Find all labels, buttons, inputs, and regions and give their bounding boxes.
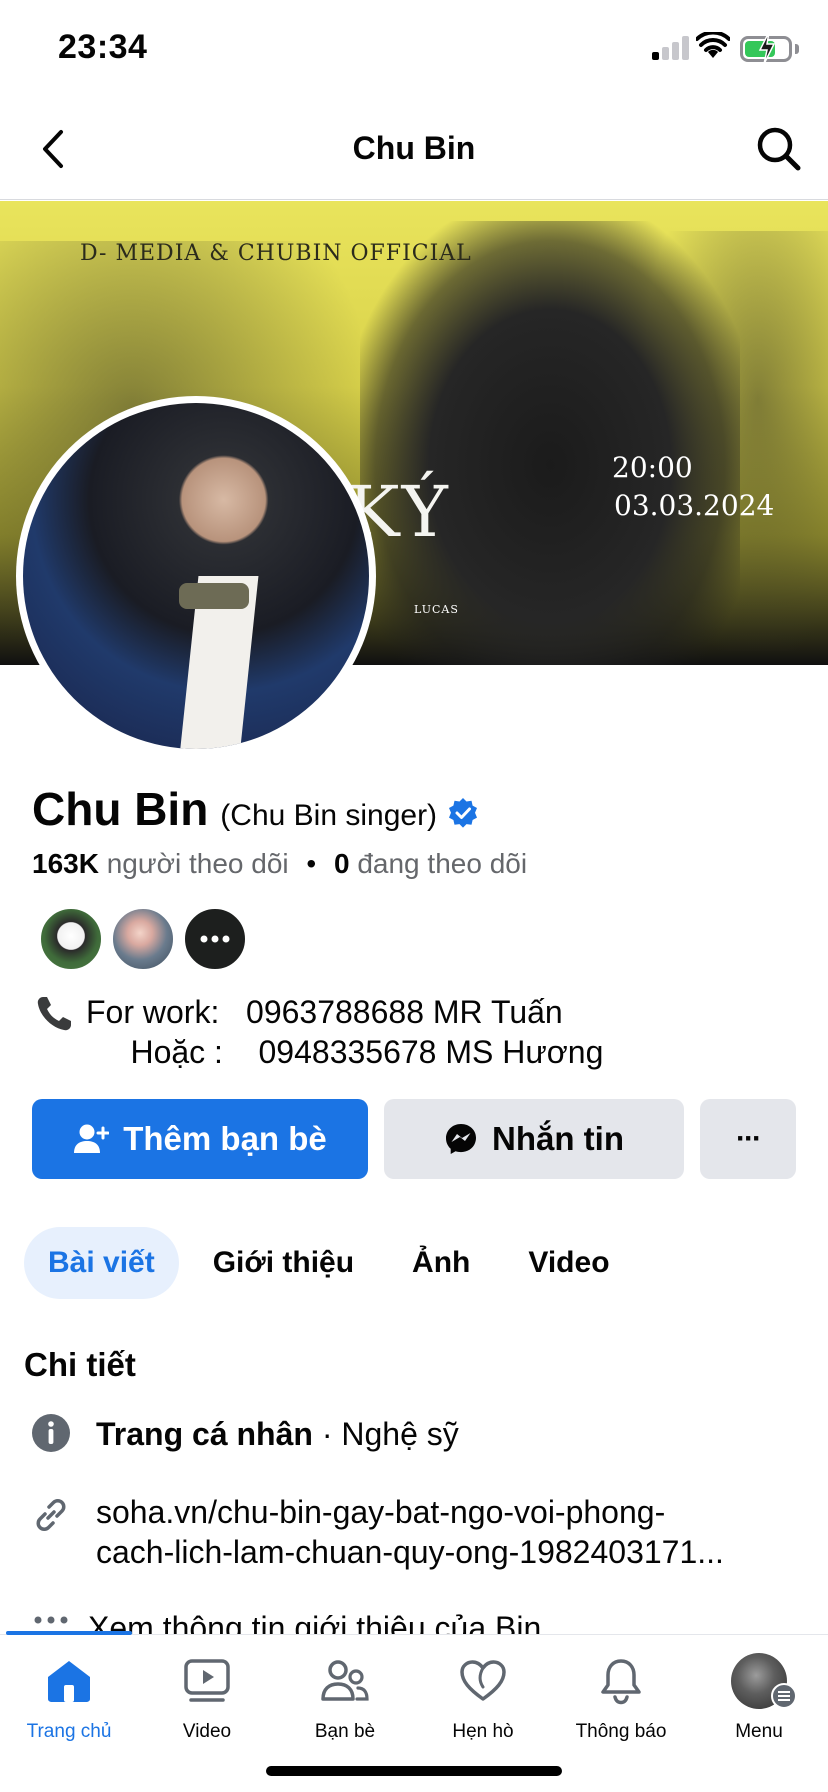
- bio-line-2: Hoặc : 0948335678 MS Hương: [86, 1034, 604, 1070]
- profile-bio: For work: 0963788688 MR Tuấn Hoặc : 0948…: [86, 992, 603, 1072]
- tabbar-dating-label: Hẹn hò: [452, 1721, 514, 1742]
- tabbar-video-label: Video: [182, 1721, 232, 1742]
- menu-hamburger-icon: [771, 1683, 797, 1709]
- tabbar-friends-label: Bạn bè: [314, 1721, 376, 1742]
- link-icon: [36, 1499, 66, 1531]
- more-followers-icon: [182, 906, 248, 972]
- profile-name-row: Chu Bin (Chu Bin singer): [32, 782, 479, 836]
- cover-time-text: 20:00: [612, 451, 693, 484]
- home-indicator[interactable]: [266, 1766, 562, 1776]
- nav-header: Chu Bin: [0, 100, 828, 200]
- website-link-line-2: cach-lich-lam-chuan-quy-ong-1982403171..…: [96, 1534, 724, 1570]
- profile-name: Chu Bin: [32, 783, 209, 835]
- add-friend-button[interactable]: Thêm bạn bè: [32, 1099, 368, 1179]
- status-bar: 23:34: [0, 0, 828, 100]
- bell-icon: [601, 1659, 641, 1705]
- search-button[interactable]: [752, 122, 806, 176]
- followers-label: người theo dõi: [106, 848, 289, 879]
- follow-stats[interactable]: 163K người theo dõi • 0 đang theo dõi: [32, 848, 527, 880]
- tabbar-dating[interactable]: Hẹn hò: [414, 1653, 552, 1743]
- tab-photos[interactable]: Ảnh: [388, 1227, 494, 1299]
- active-tab-indicator: [6, 1631, 132, 1635]
- video-icon: [184, 1659, 230, 1702]
- friends-icon: [321, 1660, 369, 1701]
- page-title: Chu Bin: [352, 130, 476, 166]
- tabbar-video[interactable]: Video: [138, 1653, 276, 1743]
- cover-date-text: 03.03.2024: [614, 489, 775, 522]
- messenger-icon: [446, 1124, 476, 1154]
- detail-website-link[interactable]: soha.vn/chu-bin-gay-bat-ngo-voi-phong- c…: [0, 1490, 828, 1574]
- profile-alternate-name: (Chu Bin singer): [220, 799, 438, 832]
- message-button[interactable]: Nhắn tin: [384, 1099, 684, 1179]
- tab-videos[interactable]: Video: [504, 1227, 633, 1299]
- phone-icon: [37, 997, 71, 1031]
- message-label: Nhắn tin: [492, 1120, 624, 1157]
- add-friend-label: Thêm bạn bè: [123, 1120, 327, 1157]
- more-actions-icon: ···: [736, 1122, 762, 1155]
- profile-tabs: Bài viết Giới thiệu Ảnh Video: [24, 1227, 644, 1299]
- tabbar-friends[interactable]: Bạn bè: [276, 1653, 414, 1743]
- charging-bolt-icon: [758, 32, 776, 64]
- following-count: 0: [333, 848, 350, 879]
- cover-brand-text: D- MEDIA & CHUBIN OFFICIAL: [80, 241, 472, 266]
- verified-badge-icon: [449, 798, 478, 828]
- details-heading: Chi tiết: [24, 1346, 136, 1383]
- tabbar-home-label: Trang chủ: [26, 1721, 112, 1742]
- page-type-label: Trang cá nhân: [96, 1416, 313, 1452]
- search-icon: [757, 127, 801, 171]
- tabbar-notifications-label: Thông báo: [575, 1721, 667, 1742]
- more-dots-icon: [34, 1616, 68, 1624]
- tab-posts[interactable]: Bài viết: [24, 1227, 179, 1299]
- tabbar-notifications[interactable]: Thông báo: [552, 1653, 690, 1743]
- detail-page-type: Trang cá nhân · Nghệ sỹ: [0, 1410, 828, 1460]
- cover-sponsor-text: LUCAS: [414, 603, 459, 616]
- cellular-signal-icon: [652, 36, 690, 60]
- tabbar-menu-label: Menu: [735, 1721, 783, 1742]
- add-friend-icon: [74, 1124, 110, 1153]
- cover-group-figure: [360, 221, 740, 665]
- website-link-line-1: soha.vn/chu-bin-gay-bat-ngo-voi-phong-: [96, 1494, 666, 1530]
- bio-line-1: For work: 0963788688 MR Tuấn: [86, 994, 563, 1030]
- stats-separator: •: [306, 848, 317, 879]
- profile-avatar[interactable]: [16, 396, 376, 756]
- tab-about[interactable]: Giới thiệu: [189, 1227, 378, 1299]
- follower-avatar-panda: [38, 906, 104, 972]
- wifi-icon: [696, 32, 730, 58]
- dating-icon: [460, 1660, 506, 1701]
- more-actions-button[interactable]: ···: [700, 1099, 796, 1179]
- info-icon: [32, 1414, 70, 1452]
- followers-count: 163K: [32, 848, 99, 879]
- tabbar-home[interactable]: Trang chủ: [0, 1653, 138, 1743]
- page-type-category: · Nghệ sỹ: [312, 1416, 459, 1452]
- following-label: đang theo dõi: [357, 848, 528, 879]
- tabbar-menu[interactable]: Menu: [690, 1653, 828, 1743]
- follower-avatar-couple: [110, 906, 176, 972]
- status-time: 23:34: [58, 28, 148, 66]
- see-about-label: Xem thông tin giới thiệu của Bin: [88, 1610, 542, 1634]
- see-about-info[interactable]: Xem thông tin giới thiệu của Bin: [0, 1604, 828, 1634]
- home-icon: [48, 1661, 90, 1702]
